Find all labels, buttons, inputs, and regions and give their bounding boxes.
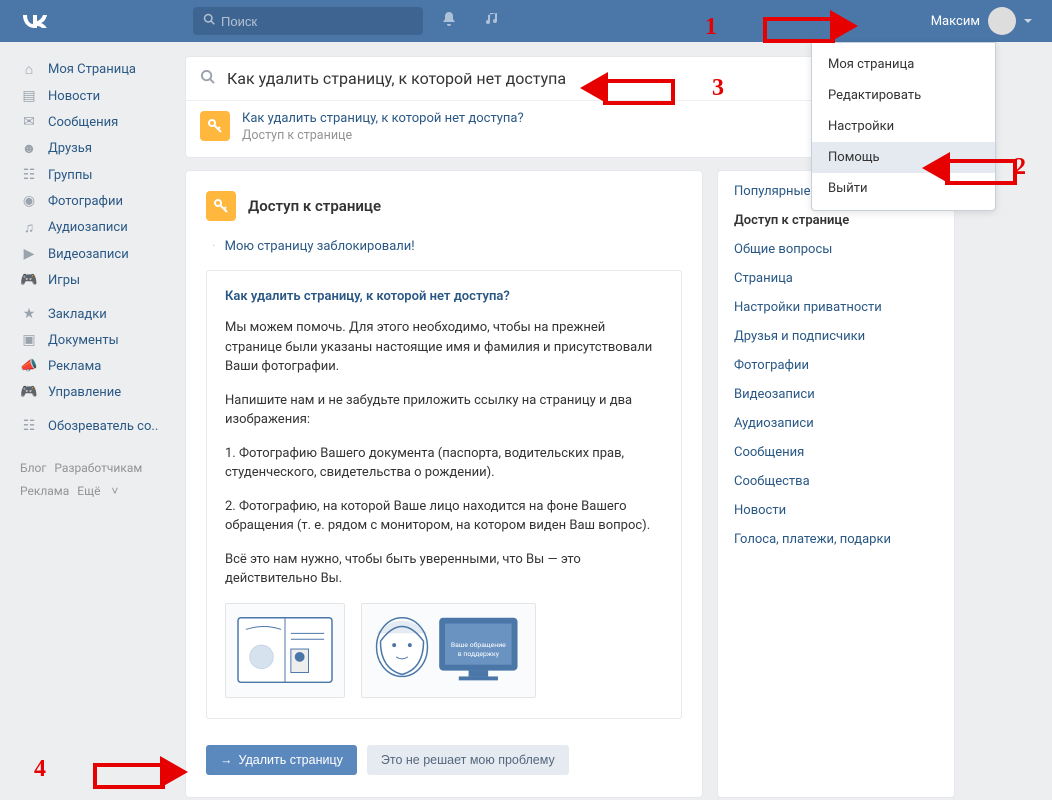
article-p1: Мы можем помочь. Для этого необходимо, ч… <box>225 318 663 377</box>
article-heading: Доступ к странице <box>248 197 381 215</box>
article-p4: 2. Фотографию, на которой Ваше лицо нахо… <box>225 497 663 536</box>
arrow-right-icon: → <box>220 753 233 767</box>
dropdown-item-edit[interactable]: Редактировать <box>812 80 995 111</box>
sidebar-item-ads[interactable]: 📣Реклама <box>20 353 170 379</box>
sidebar-item-news[interactable]: ▤Новости <box>20 83 170 109</box>
cat-communities[interactable]: Сообщества <box>718 467 954 496</box>
article-title: Как удалить страницу, к которой нет дост… <box>225 289 663 304</box>
article-p5: Всё это нам нужно, чтобы быть уверенными… <box>225 550 663 589</box>
star-icon: ★ <box>20 306 38 322</box>
footer-ads[interactable]: Реклама <box>20 484 69 498</box>
cat-news[interactable]: Новости <box>718 496 954 525</box>
cat-friends[interactable]: Друзья и подписчики <box>718 322 954 351</box>
header-search-input[interactable] <box>221 14 413 29</box>
search-result-title: Как удалить страницу, к которой нет дост… <box>242 111 524 126</box>
username: Максим <box>931 14 980 29</box>
article-p3: 1. Фотографию Вашего документа (паспорта… <box>225 444 663 483</box>
dropdown-item-my-page[interactable]: Моя страница <box>812 49 995 80</box>
sidebar-item-community-browser[interactable]: ☷Обозреватель со.. <box>20 413 170 439</box>
help-category-nav: Популярные Доступ к странице Общие вопро… <box>717 170 955 798</box>
search-icon <box>200 69 215 88</box>
sidebar-item-messages[interactable]: ✉Сообщения <box>20 109 170 135</box>
sidebar-item-groups[interactable]: ☷Группы <box>20 162 170 188</box>
sidebar-item-manage[interactable]: 🎮Управление <box>20 379 170 405</box>
video-icon: ▶ <box>20 246 38 262</box>
left-sidebar: ⌂Моя Страница ▤Новости ✉Сообщения ☻Друзь… <box>20 56 170 503</box>
sidebar-item-bookmarks[interactable]: ★Закладки <box>20 301 170 327</box>
cat-general[interactable]: Общие вопросы <box>718 235 954 264</box>
user-menu-trigger[interactable]: Максим <box>931 7 1032 35</box>
music-icon[interactable] <box>485 11 501 31</box>
cat-audio[interactable]: Аудиозаписи <box>718 409 954 438</box>
games-icon: 🎮 <box>20 272 38 288</box>
people-icon: ☷ <box>20 418 38 434</box>
delete-page-button[interactable]: →Удалить страницу <box>206 745 357 775</box>
passport-illustration <box>225 603 345 698</box>
annotation-arrow-3 <box>580 72 608 104</box>
annotation-arrow-2 <box>922 152 950 184</box>
annotation-arrow-1 <box>830 10 858 42</box>
avatar <box>988 7 1016 35</box>
home-icon: ⌂ <box>20 61 38 78</box>
article-body: Как удалить страницу, к которой нет дост… <box>206 270 682 719</box>
annotation-1: 1 <box>705 14 717 41</box>
message-icon: ✉ <box>20 114 38 130</box>
cat-video[interactable]: Видеозаписи <box>718 380 954 409</box>
news-icon: ▤ <box>20 88 38 104</box>
article-p2: Напишите нам и не забудьте приложить ссы… <box>225 391 663 430</box>
svg-text:в поддержку: в поддержку <box>458 649 500 657</box>
vk-logo[interactable] <box>20 9 48 33</box>
manage-icon: 🎮 <box>20 384 38 400</box>
cat-photos[interactable]: Фотографии <box>718 351 954 380</box>
article-card: Доступ к странице Мою страницу заблокиро… <box>185 170 703 798</box>
key-icon <box>206 191 236 221</box>
ads-icon: 📣 <box>20 358 38 374</box>
cat-payments[interactable]: Голоса, платежи, подарки <box>718 525 954 554</box>
annotation-3: 3 <box>712 75 724 102</box>
sidebar-item-my-page[interactable]: ⌂Моя Страница <box>20 56 170 83</box>
footer-blog[interactable]: Блог <box>20 461 46 475</box>
bell-icon[interactable] <box>441 11 457 31</box>
doc-icon: ▣ <box>20 332 38 348</box>
blocked-page-link[interactable]: Мою страницу заблокировали! <box>212 239 682 254</box>
sidebar-item-documents[interactable]: ▣Документы <box>20 327 170 353</box>
footer-dev[interactable]: Разработчикам <box>54 461 142 475</box>
key-icon <box>200 111 230 141</box>
cat-privacy[interactable]: Настройки приватности <box>718 293 954 322</box>
sidebar-item-games[interactable]: 🎮Игры <box>20 267 170 293</box>
sidebar-item-photos[interactable]: ◉Фотографии <box>20 188 170 214</box>
user-dropdown: Моя страница Редактировать Настройки Пом… <box>811 42 996 211</box>
svg-text:Ваше обращение: Ваше обращение <box>451 641 506 649</box>
sidebar-footer: Блог Разработчикам Реклама Ещё ˅ <box>20 457 170 503</box>
annotation-arrow-4 <box>160 756 188 788</box>
sidebar-item-audio[interactable]: ♫Аудиозаписи <box>20 214 170 241</box>
groups-icon: ☷ <box>20 167 38 183</box>
dropdown-item-settings[interactable]: Настройки <box>812 111 995 142</box>
header: Максим <box>0 0 1052 42</box>
face-monitor-illustration: Ваше обращениев поддержку <box>361 603 536 698</box>
header-search[interactable] <box>193 7 423 35</box>
sidebar-item-friends[interactable]: ☻Друзья <box>20 135 170 162</box>
search-icon <box>203 13 215 29</box>
audio-icon: ♫ <box>20 219 38 236</box>
camera-icon: ◉ <box>20 193 38 209</box>
annotation-4: 4 <box>34 756 46 783</box>
sidebar-item-video[interactable]: ▶Видеозаписи <box>20 241 170 267</box>
chevron-down-icon <box>1024 19 1032 23</box>
friends-icon: ☻ <box>20 140 38 157</box>
not-solved-button[interactable]: Это не решает мою проблему <box>367 745 569 775</box>
cat-messages[interactable]: Сообщения <box>718 438 954 467</box>
search-result-subtitle: Доступ к странице <box>242 128 524 143</box>
footer-more[interactable]: Ещё ˅ <box>77 484 118 498</box>
cat-page[interactable]: Страница <box>718 264 954 293</box>
